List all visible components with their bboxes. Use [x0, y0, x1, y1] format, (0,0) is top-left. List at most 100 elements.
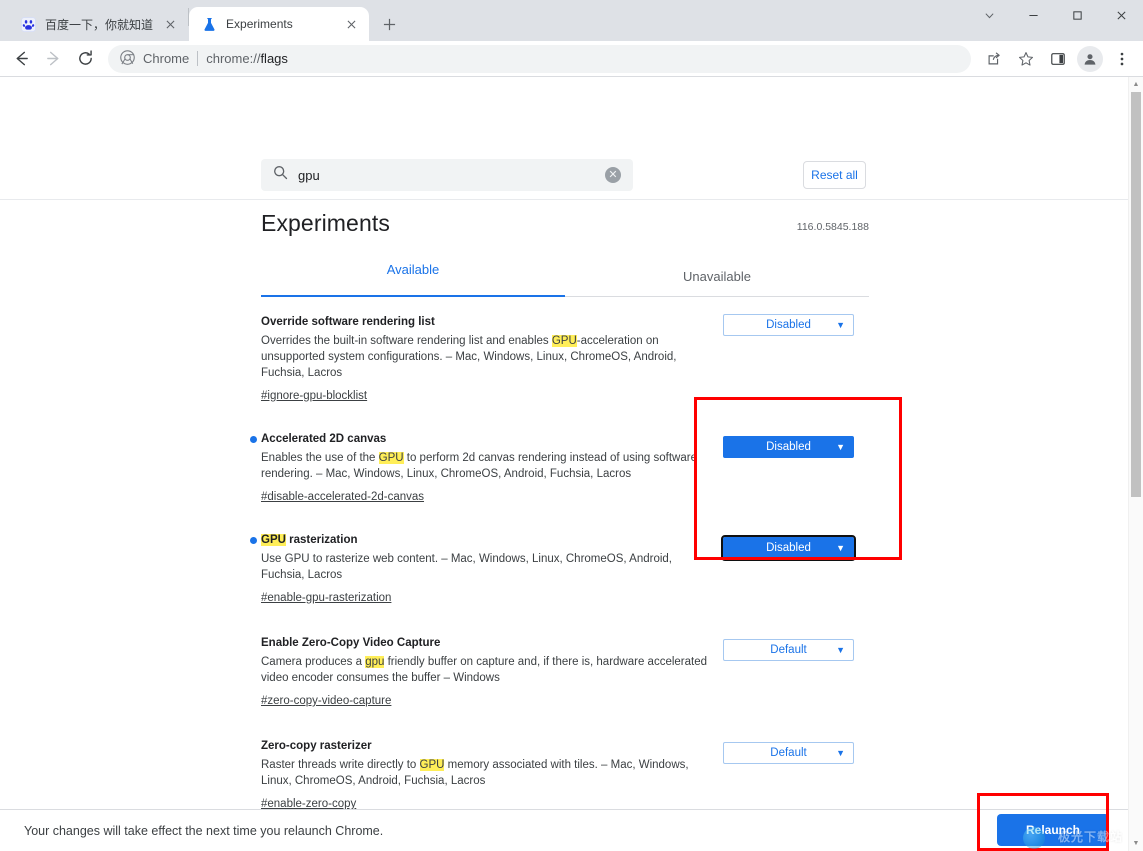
three-dot-menu-icon[interactable]	[1107, 44, 1137, 74]
flag-name-rest: rasterization	[285, 534, 358, 546]
scroll-down-arrow[interactable]: ▼	[1129, 836, 1143, 851]
version-label: 116.0.5845.188	[796, 221, 869, 233]
flask-icon	[201, 16, 217, 32]
new-tab-button[interactable]	[375, 10, 403, 38]
flag-name: GPU rasterization	[261, 532, 707, 548]
desc-pre: Overrides the built-in software renderin…	[261, 335, 552, 347]
flag-id-link[interactable]: #zero-copy-video-capture	[261, 693, 391, 709]
reset-all-button[interactable]: Reset all	[803, 161, 866, 189]
clear-search-icon[interactable]: ✕	[605, 167, 621, 183]
tab-title: Experiments	[226, 17, 293, 31]
close-icon[interactable]	[162, 16, 178, 32]
flag-id-link[interactable]: #enable-zero-copy	[261, 796, 356, 809]
chevron-down-icon: ▼	[836, 442, 845, 452]
flag-text: Accelerated 2D canvas Enables the use of…	[250, 431, 723, 505]
flag-value-select[interactable]: Disabled ▼	[723, 314, 854, 336]
close-icon[interactable]	[343, 16, 359, 32]
vertical-scrollbar[interactable]: ▲ ▼	[1128, 77, 1143, 851]
close-icon[interactable]	[1099, 0, 1143, 31]
search-input[interactable]: gpu ✕	[261, 159, 633, 191]
flag-description: Raster threads write directly to GPU mem…	[261, 757, 707, 789]
person-icon	[1077, 45, 1103, 72]
browser-toolbar: Chrome chrome://flags	[0, 41, 1143, 77]
flag-text: GPU rasterization Use GPU to rasterize w…	[250, 532, 723, 606]
flag-value-select[interactable]: Disabled ▼	[721, 535, 856, 561]
experiments-header: Experiments 116.0.5845.188	[261, 210, 869, 237]
address-bar[interactable]: Chrome chrome://flags	[108, 44, 971, 73]
scroll-up-arrow[interactable]: ▲	[1129, 77, 1143, 92]
tab-title: 百度一下，你就知道	[45, 17, 154, 32]
flags-viewport: gpu ✕ Reset all Experiments 116.0.5845.1…	[0, 77, 1128, 809]
flag-value-select[interactable]: Default ▼	[723, 742, 854, 764]
forward-button[interactable]	[38, 44, 68, 74]
scrollbar-thumb[interactable]	[1131, 92, 1141, 497]
search-match: GPU	[261, 534, 286, 546]
minimize-icon[interactable]	[1011, 0, 1055, 31]
flag-id-link[interactable]: #enable-gpu-rasterization	[261, 590, 391, 606]
tab-available[interactable]: Available	[261, 259, 565, 281]
modified-indicator-dot	[250, 537, 257, 544]
flag-id-link[interactable]: #disable-accelerated-2d-canvas	[261, 489, 424, 505]
flag-value-label: Disabled	[766, 441, 811, 453]
flag-entry: Enable Zero-Copy Video Capture Camera pr…	[261, 609, 869, 712]
flag-entry: Override software rendering list Overrid…	[261, 297, 869, 407]
flag-name: Accelerated 2D canvas	[261, 433, 387, 445]
flag-select-wrap: Default ▼	[723, 635, 854, 661]
back-button[interactable]	[6, 44, 36, 74]
flag-entry: Zero-copy rasterizer Raster threads writ…	[261, 712, 869, 809]
relaunch-note: Your changes will take effect the next t…	[24, 823, 384, 838]
flag-entry: Accelerated 2D canvas Enables the use of…	[250, 407, 869, 508]
browser-window: 百度一下，你就知道 Experiments Chrome chrome://fl…	[0, 0, 1143, 851]
flag-value-label: Default	[770, 644, 807, 656]
flag-name: Override software rendering list	[261, 316, 435, 328]
toolbar-actions	[979, 44, 1137, 74]
flag-entry: GPU rasterization Use GPU to rasterize w…	[250, 508, 869, 609]
flag-value-label: Disabled	[766, 319, 811, 331]
security-chip-label: Chrome	[143, 51, 190, 66]
flag-description: Enables the use of the GPU to perform 2d…	[261, 450, 707, 482]
omnibox-url: chrome://flags	[206, 51, 288, 66]
omnibox-divider	[197, 51, 199, 66]
flag-value-label: Default	[770, 747, 807, 759]
page-title: Experiments	[261, 210, 390, 236]
share-icon[interactable]	[979, 44, 1009, 74]
flag-value-label: Disabled	[766, 542, 811, 554]
flag-text: Override software rendering list Overrid…	[261, 314, 723, 404]
profile-avatar[interactable]	[1075, 44, 1105, 74]
flag-value-select[interactable]: Default ▼	[723, 639, 854, 661]
flag-description: Overrides the built-in software renderin…	[261, 333, 707, 381]
relaunch-button[interactable]: Relaunch	[997, 814, 1109, 846]
flags-page: gpu ✕ Reset all Experiments 116.0.5845.1…	[0, 77, 1143, 851]
flag-value-select[interactable]: Disabled ▼	[723, 436, 854, 458]
chevron-down-icon: ▼	[836, 645, 845, 655]
flag-name: Zero-copy rasterizer	[261, 740, 372, 752]
flag-description: Camera produces a gpu friendly buffer on…	[261, 654, 707, 686]
tab-unavailable[interactable]: Unavailable	[565, 259, 869, 296]
flag-text: Zero-copy rasterizer Raster threads writ…	[261, 738, 723, 809]
desc-pre: Raster threads write directly to	[261, 759, 420, 771]
flag-description: Use GPU to rasterize web content. – Mac,…	[261, 553, 672, 581]
flags-tabs: Available Unavailable	[261, 259, 869, 297]
relaunch-bar: Your changes will take effect the next t…	[0, 809, 1143, 851]
search-match: GPU	[378, 452, 404, 464]
url-prefix: chrome://	[206, 51, 261, 66]
flag-name: Enable Zero-Copy Video Capture	[261, 637, 441, 649]
maximize-icon[interactable]	[1055, 0, 1099, 31]
search-icon	[273, 165, 288, 185]
browser-tab-baidu[interactable]: 百度一下，你就知道	[8, 7, 188, 41]
chevron-down-icon[interactable]	[967, 0, 1011, 31]
star-icon[interactable]	[1011, 44, 1041, 74]
flag-select-wrap: Disabled ▼	[723, 431, 854, 458]
flag-id-link[interactable]: #ignore-gpu-blocklist	[261, 388, 367, 404]
tab-strip: 百度一下，你就知道 Experiments	[0, 0, 1143, 41]
header-divider	[0, 199, 1128, 200]
flag-select-wrap: Disabled ▼	[721, 532, 856, 561]
reload-button[interactable]	[70, 44, 100, 74]
window-controls	[967, 0, 1143, 41]
browser-tab-experiments[interactable]: Experiments	[189, 7, 370, 41]
modified-indicator-dot	[250, 436, 257, 443]
search-match: GPU	[419, 759, 445, 771]
side-panel-icon[interactable]	[1043, 44, 1073, 74]
flags-content: Experiments 116.0.5845.188 Available Una…	[250, 210, 869, 809]
chevron-down-icon: ▼	[836, 543, 845, 553]
